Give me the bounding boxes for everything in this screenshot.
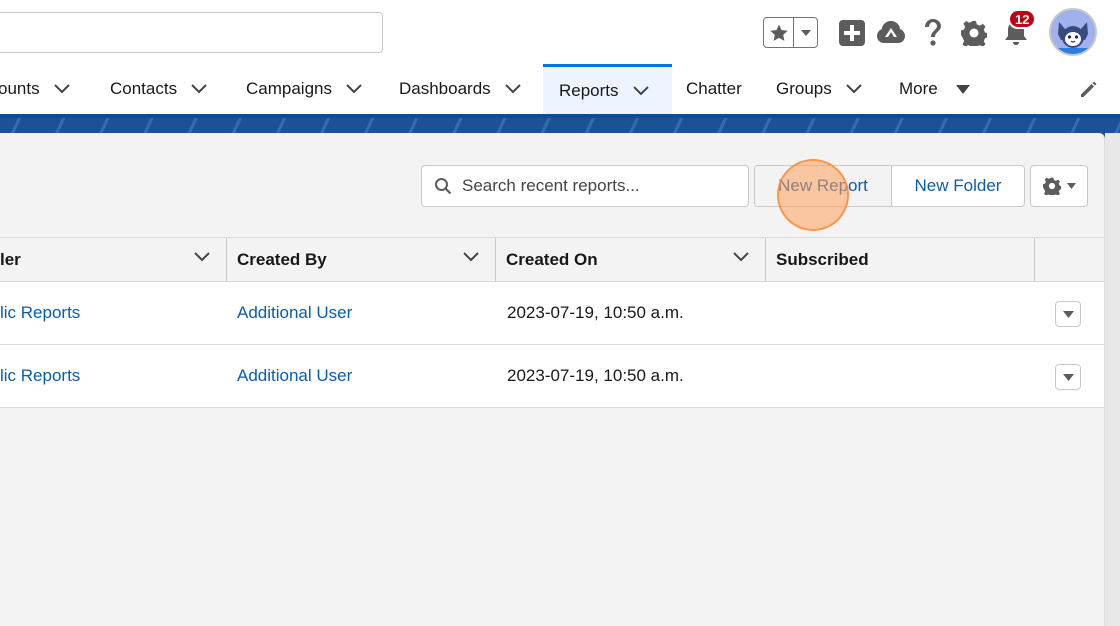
created-by-link[interactable]: Additional User: [237, 282, 352, 344]
nav-item-label: Chatter: [686, 79, 742, 98]
chevron-down-icon[interactable]: [191, 84, 207, 94]
chevron-down-icon[interactable]: [53, 84, 70, 94]
chevron-down-icon[interactable]: [346, 84, 362, 94]
new-report-button[interactable]: New Report: [755, 166, 892, 206]
nav-item-dashboards[interactable]: Dashboards: [399, 64, 521, 114]
nav-item-label: Groups: [776, 79, 832, 98]
gear-icon[interactable]: [958, 16, 990, 50]
new-folder-button[interactable]: New Folder: [892, 166, 1024, 206]
reports-table: ler Created By Created On Subscribed lic…: [0, 237, 1104, 408]
nav-item-label: Contacts: [110, 79, 178, 98]
folder-link[interactable]: lic Reports: [0, 345, 80, 407]
chevron-down-icon[interactable]: [733, 252, 749, 262]
caret-down-icon[interactable]: [955, 84, 970, 94]
nav-item-groups[interactable]: Groups: [776, 64, 862, 114]
nav-item-label: Dashboards: [399, 79, 491, 98]
notification-badge: 12: [1008, 9, 1037, 29]
nav-item-campaigns[interactable]: Campaigns: [246, 64, 362, 114]
nav-item-label: More: [899, 79, 938, 98]
help-icon[interactable]: [917, 16, 949, 50]
search-recent-reports-input[interactable]: [462, 176, 722, 196]
nav-item-more[interactable]: More: [899, 64, 970, 114]
avatar[interactable]: [1049, 8, 1097, 56]
favorites-button-group[interactable]: [763, 17, 818, 48]
nav-item-label: Campaigns: [246, 79, 332, 98]
nav-item-chatter[interactable]: Chatter: [686, 64, 742, 114]
app-nav-bar: ounts Contacts Campaigns Dashboards Repo…: [0, 64, 1120, 114]
created-by-link[interactable]: Additional User: [237, 345, 352, 407]
pencil-icon[interactable]: [1078, 80, 1098, 105]
chevron-down-icon[interactable]: [794, 18, 817, 47]
report-actions-button-group: New Report New Folder: [754, 165, 1025, 207]
chevron-down-icon[interactable]: [632, 85, 649, 96]
global-actions-plus-icon[interactable]: [836, 16, 868, 50]
nav-item-accounts[interactable]: ounts: [0, 64, 70, 114]
search-icon: [434, 177, 452, 195]
nav-item-label: Reports: [559, 80, 619, 100]
column-header-label: ler: [0, 250, 21, 269]
nav-item-reports[interactable]: Reports: [543, 64, 672, 114]
nav-item-contacts[interactable]: Contacts: [110, 64, 207, 114]
card-right-edge: [1105, 133, 1120, 626]
caret-down-icon: [1066, 183, 1076, 189]
folder-link[interactable]: lic Reports: [0, 282, 80, 344]
row-actions-button[interactable]: [1055, 301, 1081, 327]
trailhead-icon[interactable]: [875, 16, 907, 50]
column-header-folder[interactable]: ler: [0, 238, 226, 282]
column-header-created-by[interactable]: Created By: [227, 238, 495, 282]
caret-down-icon: [1062, 373, 1074, 381]
row-actions-button[interactable]: [1055, 364, 1081, 390]
chevron-down-icon[interactable]: [504, 84, 521, 94]
table-header: ler Created By Created On Subscribed: [0, 237, 1104, 282]
search-recent-reports-field[interactable]: [421, 165, 749, 207]
global-header: 12: [0, 0, 1120, 64]
table-row: lic Reports Additional User 2023-07-19, …: [0, 282, 1104, 345]
column-header-subscribed[interactable]: Subscribed: [766, 238, 1034, 282]
column-divider: [1034, 238, 1035, 282]
chevron-down-icon[interactable]: [846, 84, 862, 94]
chevron-down-icon[interactable]: [463, 252, 479, 262]
global-search-input[interactable]: [0, 12, 383, 53]
column-header-label: Subscribed: [776, 250, 869, 269]
chevron-down-icon[interactable]: [194, 252, 210, 262]
created-on-value: 2023-07-19, 10:50 a.m.: [507, 366, 684, 385]
column-header-label: Created By: [237, 250, 327, 269]
list-settings-button[interactable]: [1030, 165, 1088, 207]
star-icon[interactable]: [764, 18, 794, 47]
column-header-created-on[interactable]: Created On: [496, 238, 765, 282]
banner-top-border: [0, 114, 1120, 118]
gear-icon: [1042, 177, 1061, 195]
nav-item-label: ounts: [0, 79, 40, 98]
created-on-value: 2023-07-19, 10:50 a.m.: [507, 303, 684, 322]
caret-down-icon: [1062, 310, 1074, 318]
column-header-label: Created On: [506, 250, 598, 269]
table-row: lic Reports Additional User 2023-07-19, …: [0, 345, 1104, 408]
